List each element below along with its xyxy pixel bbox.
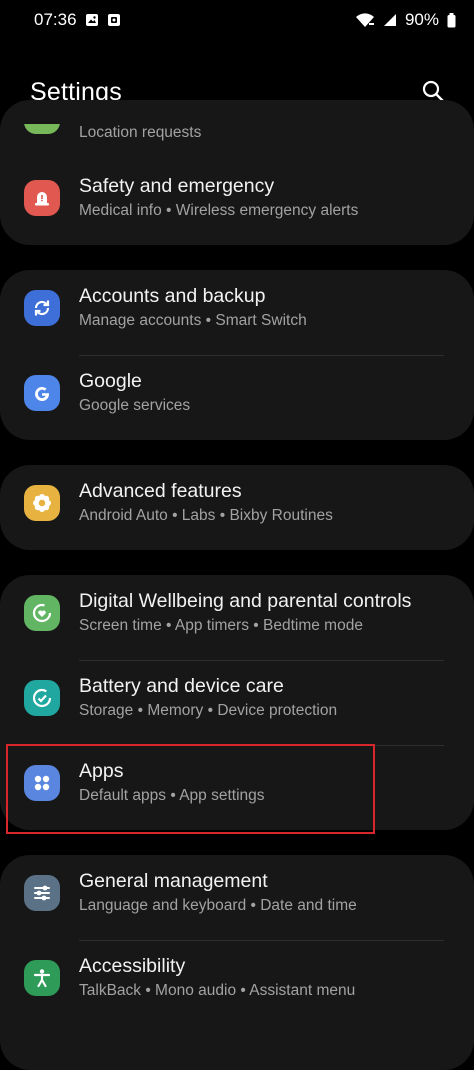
cellular-signal-icon (383, 13, 397, 27)
item-subtitle: Manage accounts • Smart Switch (79, 312, 307, 329)
status-time: 07:36 (34, 10, 77, 29)
status-bar: 07:36 90% (0, 0, 474, 40)
settings-item-accounts-backup[interactable]: Accounts and backup Manage accounts • Sm… (0, 270, 474, 355)
item-title: Digital Wellbeing and parental controls (79, 590, 412, 612)
partial-list-item[interactable]: Location requests (0, 124, 474, 142)
settings-item-safety-emergency[interactable]: Safety and emergency Medical info • Wire… (0, 160, 474, 245)
settings-item-general-management[interactable]: General management Language and keyboard… (0, 855, 474, 940)
item-title: Safety and emergency (79, 175, 275, 197)
settings-item-advanced-features[interactable]: Advanced features Android Auto • Labs • … (0, 465, 474, 550)
item-subtitle: Medical info • Wireless emergency alerts (79, 202, 359, 219)
gallery-notification-icon (85, 13, 99, 27)
item-subtitle: Screen time • App timers • Bedtime mode (79, 617, 363, 634)
accessibility-icon (24, 960, 60, 996)
warning-siren-icon (24, 180, 60, 216)
item-title: Google (79, 370, 142, 392)
item-title: Advanced features (79, 480, 242, 502)
partial-item-subtitle: Location requests (79, 124, 202, 141)
sliders-icon (24, 875, 60, 911)
screenshot-notification-icon (107, 13, 121, 27)
battery-icon (447, 12, 456, 28)
battery-percent: 90% (404, 10, 439, 29)
sync-icon (24, 290, 60, 326)
item-subtitle: Google services (79, 397, 191, 414)
location-icon (24, 124, 60, 134)
item-title: Accessibility (79, 955, 186, 977)
item-title: General management (79, 870, 268, 892)
item-title: Battery and device care (79, 675, 284, 697)
item-subtitle: Storage • Memory • Device protection (79, 702, 338, 719)
device-care-icon (24, 680, 60, 716)
settings-item-accessibility[interactable]: Accessibility TalkBack • Mono audio • As… (0, 940, 474, 1025)
item-subtitle: TalkBack • Mono audio • Assistant menu (79, 982, 356, 999)
item-title: Accounts and backup (79, 285, 266, 307)
settings-item-battery-device-care[interactable]: Battery and device care Storage • Memory… (0, 660, 474, 745)
item-subtitle: Android Auto • Labs • Bixby Routines (79, 507, 333, 524)
gear-flower-icon (24, 485, 60, 521)
settings-item-digital-wellbeing[interactable]: Digital Wellbeing and parental controls … (0, 575, 474, 660)
settings-item-google[interactable]: Google Google services (0, 355, 474, 440)
item-subtitle: Language and keyboard • Date and time (79, 897, 357, 914)
highlight-box (6, 744, 375, 834)
wellbeing-heart-icon (24, 595, 60, 631)
wifi-icon (355, 12, 375, 28)
google-g-icon (24, 375, 60, 411)
